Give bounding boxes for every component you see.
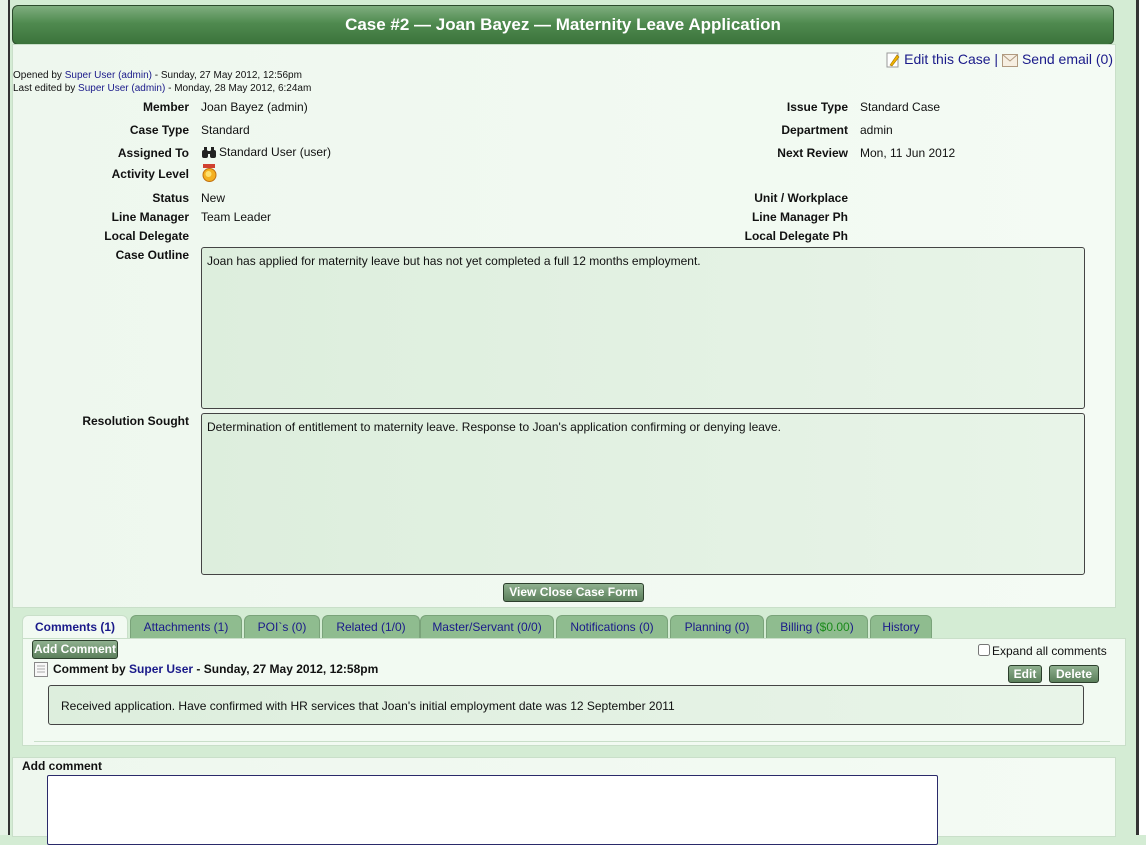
status-label: Status (152, 191, 189, 205)
tab-comments[interactable]: Comments (1) (22, 615, 128, 639)
line-manager-label: Line Manager (111, 210, 189, 224)
add-comment-label: Add comment (22, 759, 103, 773)
comment-text: Received application. Have confirmed wit… (48, 685, 1084, 725)
tab-history[interactable]: History (870, 615, 932, 639)
opened-by: Opened by Super User (admin) - Sunday, 2… (13, 70, 302, 81)
unit-workplace-label: Unit / Workplace (754, 191, 848, 205)
activity-level-label: Activity Level (111, 167, 189, 181)
expand-all-comments[interactable]: Expand all comments (978, 644, 1107, 658)
add-comment-button[interactable]: Add Comment (32, 640, 118, 659)
edit-icon (886, 52, 900, 68)
line-manager-ph-label: Line Manager Ph (751, 210, 848, 224)
opened-prefix: Opened by (13, 70, 62, 81)
resolution-sought-text: Determination of entitlement to maternit… (201, 413, 1085, 575)
edited-date: - Monday, 28 May 2012, 6:24am (168, 83, 312, 94)
left-border (0, 0, 10, 835)
edited-user-link[interactable]: Super User (admin) (78, 83, 165, 94)
activity-level-icon (202, 164, 217, 182)
comment-prefix: Comment by (53, 662, 126, 677)
issue-type-label: Issue Type (786, 100, 848, 114)
delete-comment-button[interactable]: Delete (1049, 665, 1099, 683)
status-value: New (201, 191, 226, 205)
tab-planning[interactable]: Planning (0) (670, 615, 764, 639)
opened-date: - Sunday, 27 May 2012, 12:56pm (154, 70, 302, 81)
expand-all-checkbox[interactable] (978, 644, 990, 656)
expand-all-label: Expand all comments (992, 644, 1107, 658)
tab-attachments[interactable]: Attachments (1) (130, 615, 242, 639)
case-type-value: Standard (201, 123, 250, 137)
department-value: admin (860, 123, 893, 137)
email-icon (1001, 53, 1018, 67)
resolution-sought-label: Resolution Sought (82, 414, 189, 428)
local-delegate-ph-label: Local Delegate Ph (744, 229, 848, 243)
billing-amount: $0.00 (819, 620, 850, 634)
binoculars-icon (202, 146, 216, 158)
edit-comment-button[interactable]: Edit (1008, 665, 1042, 683)
tab-pois[interactable]: POI`s (0) (244, 615, 320, 639)
comment-header: Comment by Super User - Sunday, 27 May 2… (34, 662, 378, 678)
line-manager-value: Team Leader (201, 210, 272, 224)
comment-date: - Sunday, 27 May 2012, 12:58pm (196, 662, 379, 677)
tab-master-servant[interactable]: Master/Servant (0/0) (420, 615, 554, 639)
member-label: Member (142, 100, 189, 114)
issue-type-value: Standard Case (860, 100, 941, 114)
member-value: Joan Bayez (admin) (201, 100, 308, 114)
assigned-to-label: Assigned To (117, 146, 189, 160)
billing-tab-suffix: ) (849, 620, 854, 634)
view-close-case-form-button[interactable]: View Close Case Form (503, 583, 644, 602)
billing-tab-label: Billing ( (780, 620, 820, 634)
case-outline-text: Joan has applied for maternity leave but… (201, 247, 1085, 409)
case-details-panel: Edit this Case | Send email (0) Opened b… (12, 44, 1116, 608)
next-review-label: Next Review (777, 146, 848, 160)
tab-related[interactable]: Related (1/0) (322, 615, 420, 639)
assigned-to: Standard User (user) (201, 145, 331, 159)
edited-prefix: Last edited by (13, 83, 76, 94)
comment-icon (34, 662, 48, 677)
comment-author-link[interactable]: Super User (129, 662, 193, 676)
scrollbar[interactable] (1136, 0, 1146, 835)
tab-billing[interactable]: Billing ($0.00) (766, 615, 868, 639)
department-label: Department (781, 123, 848, 137)
send-email-link[interactable]: Send email (0) (1022, 51, 1113, 67)
case-actions: Edit this Case | Send email (0) (886, 51, 1113, 68)
activity-level-value (201, 163, 219, 186)
page-title: Case #2 — Joan Bayez — Maternity Leave A… (12, 5, 1114, 45)
edit-case-link[interactable]: Edit this Case (904, 51, 990, 67)
next-review-value: Mon, 11 Jun 2012 (860, 146, 956, 160)
divider (34, 741, 1110, 742)
last-edited-by: Last edited by Super User (admin) - Mond… (13, 83, 311, 94)
tab-notifications[interactable]: Notifications (0) (556, 615, 668, 639)
case-type-label: Case Type (129, 123, 189, 137)
actions-separator: | (994, 51, 999, 67)
opened-user-link[interactable]: Super User (admin) (65, 70, 152, 81)
local-delegate-label: Local Delegate (104, 229, 189, 243)
case-outline-label: Case Outline (115, 248, 189, 262)
assigned-to-value: Standard User (user) (219, 145, 332, 159)
